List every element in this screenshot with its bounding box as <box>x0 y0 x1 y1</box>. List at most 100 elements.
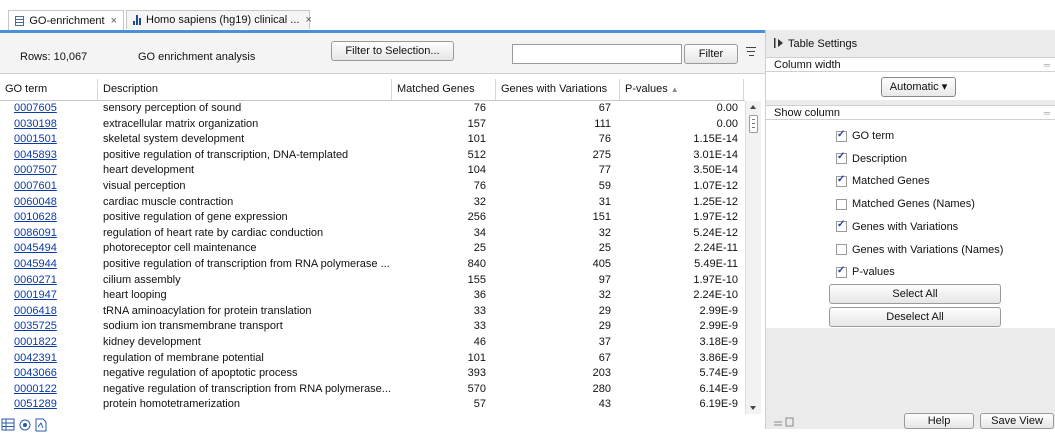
deselect-all-button[interactable]: Deselect All <box>829 307 1001 327</box>
column-header-genes-with-variations[interactable]: Genes with Variations <box>496 79 620 100</box>
go-term-link[interactable]: 0001947 <box>14 288 94 304</box>
show-column-checkbox[interactable]: GO term <box>836 128 894 144</box>
table-row[interactable]: 0045494 photoreceptor cell maintenance 25 2… <box>0 241 745 257</box>
table-row[interactable]: 0045893 positive regulation of transcript… <box>0 148 745 164</box>
checkbox-unchecked-icon[interactable] <box>836 244 847 255</box>
table-view-icon[interactable] <box>1 418 15 431</box>
table-row[interactable]: 0043066 negative regulation of apoptotic … <box>0 366 745 382</box>
go-term-link[interactable]: 0042391 <box>14 351 94 367</box>
go-term-link[interactable]: 0086091 <box>14 226 94 242</box>
filter-options-icon[interactable] <box>746 47 756 59</box>
description-cell: kidney development <box>103 336 201 348</box>
table-row[interactable]: 0001822 kidney development 46 37 3.18E-9 <box>0 335 745 351</box>
close-icon[interactable]: × <box>305 14 311 26</box>
column-header-matched-genes[interactable]: Matched Genes <box>392 79 496 100</box>
go-term-link[interactable]: 0030198 <box>14 117 94 133</box>
column-width-select[interactable]: Automatic ▾ <box>881 77 956 97</box>
filter-input[interactable] <box>512 44 682 64</box>
checkbox-checked-icon[interactable] <box>836 265 847 278</box>
table-row[interactable]: 0030198 extracellular matrix organization… <box>0 117 745 133</box>
go-term-link[interactable]: 0000122 <box>14 382 94 398</box>
go-term-link[interactable]: 0035725 <box>14 319 94 335</box>
table-row[interactable]: 0042391 regulation of membrane potential 1… <box>0 351 745 367</box>
checkbox-unchecked-icon[interactable] <box>836 198 847 210</box>
table-row[interactable]: 0006418 tRNA aminoacylation for protein t… <box>0 304 745 320</box>
scroll-up-icon[interactable] <box>750 105 756 109</box>
history-view-icon[interactable] <box>35 418 47 432</box>
select-value: Automatic <box>889 81 939 93</box>
table-row[interactable]: 0035725 sodium ion transmembrane transpor… <box>0 319 745 335</box>
show-column-checkbox[interactable]: Description <box>836 151 907 167</box>
vertical-scrollbar[interactable] <box>745 101 761 414</box>
checkbox-checked-icon[interactable] <box>836 219 847 233</box>
table-row[interactable]: 0086091 regulation of heart rate by cardi… <box>0 226 745 242</box>
filter-button[interactable]: Filter <box>684 44 738 64</box>
tab-go-enrichment[interactable]: GO-enrichment × <box>8 10 124 30</box>
go-term-link[interactable]: 0045494 <box>14 241 94 257</box>
tab-homo-sapiens-clinical[interactable]: Homo sapiens (hg19) clinical ... × <box>126 10 312 29</box>
table-row[interactable]: 0045944 positive regulation of transcript… <box>0 257 745 273</box>
show-column-checkbox[interactable]: Genes with Variations <box>836 219 958 235</box>
restore-icon[interactable] <box>785 417 794 427</box>
checkbox-checked-icon[interactable] <box>836 151 847 165</box>
table-row[interactable]: 0051289 protein homotetramerization 57 43 6.… <box>0 397 745 413</box>
go-term-link[interactable]: 0007507 <box>14 163 94 179</box>
show-column-checkbox[interactable]: Genes with Variations (Names) <box>836 242 1003 258</box>
close-icon[interactable]: × <box>111 15 117 27</box>
description-cell: negative regulation of apoptotic process <box>103 367 298 380</box>
show-column-checkbox[interactable]: Matched Genes (Names) <box>836 196 975 212</box>
p-value-cell: 3.86E-9 <box>699 351 738 364</box>
column-header-label: GO term <box>5 83 48 95</box>
go-term-link[interactable]: 0060048 <box>14 195 94 211</box>
go-term-link[interactable]: 0045944 <box>14 257 94 273</box>
scroll-thumb[interactable] <box>749 115 758 133</box>
genes-with-variations-cell: 77 <box>598 164 611 177</box>
table-row[interactable]: 0007507 heart development 104 77 3.50E-14 <box>0 163 745 179</box>
go-term-link[interactable]: 0006418 <box>14 304 94 320</box>
checkbox-checked-icon[interactable] <box>836 174 847 187</box>
scroll-down-icon[interactable] <box>750 406 756 410</box>
column-header-p-values[interactable]: P-values ▲ <box>620 79 744 100</box>
column-header-go-term[interactable]: GO term <box>0 79 98 100</box>
go-term-link[interactable]: 0045893 <box>14 148 94 164</box>
table-row[interactable]: 0060271 cilium assembly 155 97 1.97E-10 <box>0 273 745 289</box>
section-toggle-icon[interactable]: ═ <box>1044 58 1050 73</box>
go-term-link[interactable]: 0001501 <box>14 132 94 148</box>
section-toggle-icon[interactable]: ═ <box>1044 106 1050 121</box>
go-term-link[interactable]: 0007601 <box>14 179 94 195</box>
table-row[interactable]: 0000122 negative regulation of transcript… <box>0 382 745 398</box>
checkbox-checked-icon[interactable] <box>836 129 847 142</box>
tab-label: Homo sapiens (hg19) clinical ... <box>146 14 300 26</box>
column-header-description[interactable]: Description <box>98 79 392 100</box>
description-cell: positive regulation of transcription, DN… <box>103 148 349 161</box>
help-button[interactable]: Help <box>904 413 974 429</box>
table-row[interactable]: 0007605 sensory perception of sound 76 67 0.… <box>0 101 745 117</box>
minimize-icon[interactable] <box>774 421 782 426</box>
p-value-cell: 5.24E-12 <box>693 226 738 239</box>
go-term-link[interactable]: 0051289 <box>14 397 94 413</box>
show-column-checkbox[interactable]: P-values <box>836 264 895 280</box>
table-row[interactable]: 0001947 heart looping 36 32 2.24E-10 <box>0 288 745 304</box>
description-cell: regulation of heart rate by cardiac cond… <box>103 226 324 239</box>
table-row[interactable]: 0007601 visual perception 76 59 1.07E-12 <box>0 179 745 195</box>
table-row[interactable]: 0060048 cardiac muscle contraction 32 31 1.2… <box>0 195 745 211</box>
filter-to-selection-button[interactable]: Filter to Selection... <box>331 41 454 61</box>
show-column-section[interactable]: Show column ═ <box>766 105 1055 120</box>
panel-footer: Help Save View <box>766 413 1055 429</box>
table-row[interactable]: 0001501 skeletal system development 101 76 1… <box>0 132 745 148</box>
go-term-link[interactable]: 0007605 <box>14 101 94 117</box>
table-header: GO term Description Matched Genes Genes … <box>0 79 745 101</box>
select-all-button[interactable]: Select All <box>829 284 1001 304</box>
show-column-checkbox[interactable]: Matched Genes <box>836 173 930 189</box>
column-width-section[interactable]: Column width ═ <box>766 57 1055 72</box>
matched-genes-cell: 36 <box>473 289 486 302</box>
matched-genes-cell: 32 <box>473 195 486 208</box>
go-term-link[interactable]: 0060271 <box>14 273 94 289</box>
save-view-button[interactable]: Save View <box>980 413 1054 429</box>
go-term-link[interactable]: 0043066 <box>14 366 94 382</box>
collapse-icon[interactable] <box>774 38 784 48</box>
go-term-link[interactable]: 0010628 <box>14 210 94 226</box>
table-row[interactable]: 0010628 positive regulation of gene expre… <box>0 210 745 226</box>
go-term-link[interactable]: 0001822 <box>14 335 94 351</box>
table-settings-header[interactable]: Table Settings <box>774 38 857 50</box>
